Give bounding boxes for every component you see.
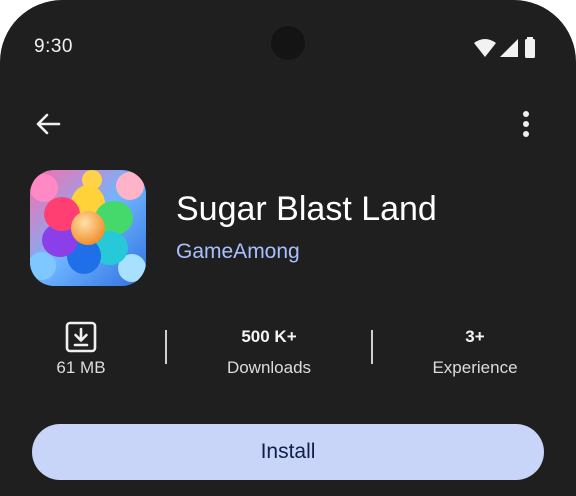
developer-link[interactable]: GameAmong: [176, 240, 300, 264]
downloads-value: 500 K+: [241, 327, 297, 346]
download-box-icon: [65, 321, 97, 353]
stat-divider: [165, 330, 167, 364]
stat-downloads: 500 K+ Downloads: [194, 320, 344, 378]
size-value: 61 MB: [56, 358, 106, 377]
phone-screen: 9:30 Sugar Blast Land GameAmong 61 MB 50…: [0, 0, 576, 496]
rating-label: Experience: [432, 358, 518, 377]
camera-cutout: [271, 26, 305, 60]
more-vert-icon[interactable]: [510, 108, 542, 140]
downloads-label: Downloads: [226, 358, 312, 377]
stat-rating[interactable]: 3+ Experience: [400, 320, 550, 378]
status-time: 9:30: [34, 36, 73, 57]
back-arrow-icon[interactable]: [32, 108, 64, 140]
app-icon: [30, 170, 146, 286]
stat-size: 61 MB: [6, 320, 156, 378]
status-icons: [474, 37, 535, 58]
stat-divider: [371, 330, 373, 364]
signal-icon: [500, 39, 518, 57]
wifi-icon: [474, 39, 496, 57]
install-button[interactable]: Install: [32, 424, 544, 480]
rating-value: 3+: [465, 327, 485, 346]
battery-icon: [525, 37, 535, 58]
app-title: Sugar Blast Land: [176, 190, 437, 228]
